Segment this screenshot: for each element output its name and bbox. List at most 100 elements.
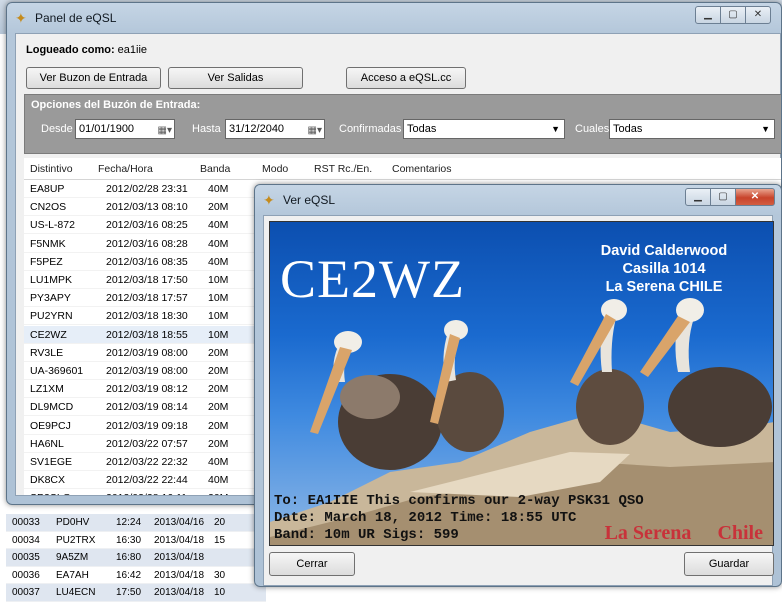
cell-band: 10M: [208, 328, 229, 341]
to-date-picker[interactable]: 31/12/2040 ▦▾: [225, 119, 325, 139]
which-value: Todas: [613, 123, 643, 135]
minimize-button[interactable]: ▁: [695, 6, 721, 24]
cell-call: DL9MCD: [30, 401, 74, 414]
cell-call: LU1MPK: [30, 274, 73, 286]
qso-line-to: To: EA1IIE This confirms our 2-way PSK31…: [274, 493, 644, 509]
to-label: Hasta: [192, 123, 221, 135]
card-place-country: Chile: [717, 522, 763, 544]
view-outbox-button[interactable]: Ver Salidas: [168, 67, 303, 89]
maximize-button[interactable]: ▢: [710, 188, 736, 206]
cell-date: 2012/02/28 23:31: [106, 183, 188, 195]
cell-band: 40M: [208, 237, 229, 250]
card-place-city: La Serena: [604, 522, 692, 544]
cell-date: 2012/03/19 08:12: [106, 383, 188, 396]
cell-band: 20M: [208, 489, 228, 495]
cell-band: 40M: [208, 219, 229, 232]
to-date-value: 31/12/2040: [229, 123, 285, 135]
card-place: La Serena Chile: [605, 522, 763, 545]
logged-label: Logueado como:: [26, 44, 115, 56]
confirmed-value: Todas: [407, 123, 437, 135]
cell-date: 2012/03/16 08:35: [106, 255, 188, 268]
bg-cell-time: 16:30: [116, 534, 142, 546]
cell-date: 2012/03/22 22:44: [106, 474, 188, 487]
cell-call: CN2OS: [30, 201, 67, 214]
chevron-down-icon: ▼: [551, 124, 560, 134]
background-log-row: 00033 PD0HV 12:24 2013/04/16 20: [6, 514, 266, 532]
cell-call: LZ1XM: [30, 383, 64, 396]
card-address-line1: Casilla 1014: [622, 261, 706, 277]
chevron-down-icon: ▼: [761, 124, 770, 134]
cell-band: 10M: [208, 274, 229, 286]
viewer-client-area: CE2WZ David Calderwood Casilla 1014 La S…: [263, 215, 774, 586]
minimize-button[interactable]: ▁: [685, 188, 711, 206]
cell-date: 2012/03/19 08:00: [106, 365, 188, 377]
cell-date: 2012/03/28 16:11: [106, 489, 187, 495]
save-button[interactable]: Guardar: [684, 552, 774, 576]
cell-date: 2012/03/19 08:00: [106, 346, 188, 359]
bg-cell-num: 00036: [12, 569, 40, 581]
background-log-row: 00034 PU2TRX 16:30 2013/04/18 15: [6, 532, 266, 549]
close-button[interactable]: ✕: [745, 6, 771, 24]
cell-call: EA8UP: [30, 183, 65, 195]
title-bar: ✦ Panel de eQSL ▁ ▢ ✕: [7, 3, 781, 31]
logged-user: ea1iie: [117, 44, 148, 56]
col-header-call[interactable]: Distintivo: [30, 163, 73, 175]
view-inbox-button[interactable]: Ver Buzon de Entrada: [26, 67, 161, 89]
cell-date: 2012/03/19 08:14: [106, 401, 188, 414]
confirmed-select[interactable]: Todas ▼: [403, 119, 565, 139]
eqsl-card-image: CE2WZ David Calderwood Casilla 1014 La S…: [269, 221, 774, 546]
confirmed-label: Confirmadas: [339, 123, 402, 135]
cell-date: 2012/03/18 18:55: [106, 328, 188, 341]
close-button[interactable]: ✕: [735, 188, 775, 206]
cell-call: PU2YRN: [30, 310, 73, 323]
card-name: David Calderwood: [600, 243, 728, 259]
close-viewer-button[interactable]: Cerrar: [269, 552, 355, 576]
background-log-row: 00035 9A5ZM 16:80 2013/04/18: [6, 549, 266, 567]
cell-call: PY3APY: [30, 292, 71, 305]
cell-band: 10M: [208, 310, 229, 323]
window-title: Panel de eQSL: [35, 11, 117, 25]
calendar-icon[interactable]: ▦▾: [308, 122, 322, 140]
bg-cell-call: PD0HV: [56, 517, 90, 528]
cell-call: SP3SLO: [30, 489, 71, 495]
cell-date: 2012/03/16 08:25: [106, 219, 188, 232]
from-date-picker[interactable]: 01/01/1900 ▦▾: [75, 119, 175, 139]
access-eqsl-button[interactable]: Acceso a eQSL.cc: [346, 67, 466, 89]
qsl-list-header: Distintivo Fecha/Hora Banda Modo RST Rc.…: [24, 158, 781, 180]
cell-band: 20M: [208, 419, 229, 432]
cell-call: SV1EGE: [30, 456, 73, 468]
antenna-icon: ✦: [15, 10, 27, 26]
bg-cell-date: 2013/04/16: [154, 517, 205, 528]
from-date-value: 01/01/1900: [79, 123, 135, 135]
col-header-rst[interactable]: RST Rc./En.: [314, 163, 372, 175]
col-header-datetime[interactable]: Fecha/Hora: [98, 163, 153, 175]
maximize-button[interactable]: ▢: [720, 6, 746, 24]
bg-cell-time: 16:42: [116, 569, 142, 581]
from-label: Desde: [41, 123, 73, 135]
cell-call: RV3LE: [30, 346, 64, 359]
cell-date: 2012/03/18 17:57: [106, 292, 188, 305]
col-header-comments[interactable]: Comentarios: [392, 163, 452, 175]
cell-call: OE9PCJ: [30, 419, 71, 432]
bg-cell-date: 2013/04/18: [154, 587, 205, 598]
cell-band: 40M: [208, 255, 229, 268]
card-callsign: CE2WZ: [280, 249, 465, 309]
col-header-mode[interactable]: Modo: [262, 163, 288, 175]
cell-band: 20M: [208, 437, 229, 450]
calendar-icon[interactable]: ▦▾: [158, 122, 172, 140]
cell-date: 2012/03/22 07:57: [106, 437, 188, 450]
window-controls: ▁ ▢ ✕: [695, 6, 771, 24]
bg-cell-num: 00034: [12, 534, 40, 546]
which-select[interactable]: Todas ▼: [609, 119, 775, 139]
cell-band: 20M: [208, 346, 229, 359]
viewer-title: Ver eQSL: [283, 193, 336, 207]
cell-call: UA-369601: [30, 365, 84, 377]
bg-cell-call: LU4ECN: [56, 587, 96, 598]
bg-cell-extra: [208, 549, 238, 566]
col-header-band[interactable]: Banda: [200, 163, 230, 175]
viewer-window-controls: ▁ ▢ ✕: [685, 188, 775, 206]
card-address-line2: La Serena CHILE: [605, 279, 723, 295]
cell-call: F5PEZ: [30, 255, 63, 268]
bg-cell-time: 17:50: [116, 587, 142, 598]
view-eqsl-window: ✦ Ver eQSL ▁ ▢ ✕ CE2WZ David Calderwood …: [254, 184, 782, 587]
